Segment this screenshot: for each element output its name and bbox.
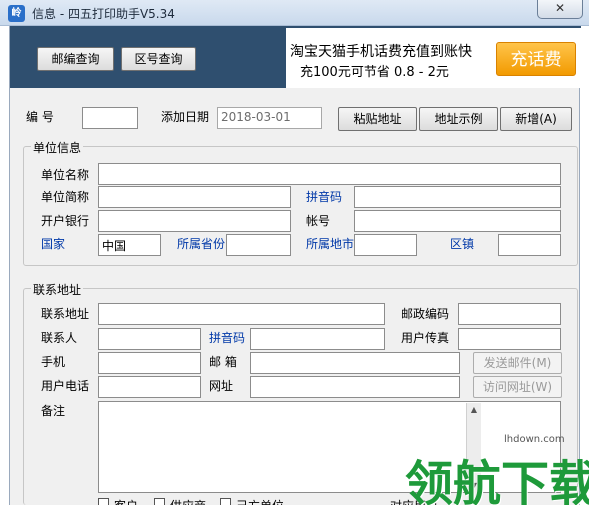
supplier-checkbox[interactable]: [154, 498, 165, 505]
close-icon[interactable]: ✕: [537, 0, 583, 19]
unit-pinyin-label: 拼音码: [306, 190, 343, 204]
contact-pinyin-field[interactable]: [250, 328, 385, 350]
date-label: 添加日期: [161, 110, 210, 124]
customer-checkbox[interactable]: [98, 498, 109, 505]
contact-pinyin-label: 拼音码: [209, 331, 246, 345]
own-unit-label: 己方单位: [236, 497, 284, 505]
ad-headline: 淘宝天猫手机话费充值到账快: [290, 44, 472, 60]
visit-site-button[interactable]: 访问网址(W): [473, 376, 562, 398]
app-icon: 岭: [8, 5, 25, 22]
unit-name-label: 单位名称: [41, 168, 90, 182]
area-code-query-button[interactable]: 区号查询: [121, 47, 196, 71]
date-field[interactable]: 2018-03-01: [217, 107, 322, 129]
watermark-logo: lhdown.com 领航下载: [388, 432, 589, 505]
contact-person-label: 联系人: [41, 331, 78, 345]
unit-name-field[interactable]: [98, 163, 561, 185]
city-field[interactable]: [354, 234, 417, 256]
bank-field[interactable]: [98, 210, 291, 232]
customer-label: 客户: [114, 497, 138, 505]
recharge-button[interactable]: 充话费: [496, 42, 576, 76]
number-field[interactable]: [82, 107, 138, 129]
unit-info-title: 单位信息: [31, 139, 84, 156]
email-label: 邮 箱: [209, 355, 237, 369]
window-title: 信息 - 四五打印助手V5.34: [32, 7, 175, 21]
website-field[interactable]: [250, 376, 460, 398]
ad-banner[interactable]: 淘宝天猫手机话费充值到账快 充100元可节省 0.8 - 2元 充话费: [286, 28, 581, 88]
contact-address-label: 联系地址: [41, 307, 90, 321]
scroll-up-icon[interactable]: ▲: [469, 405, 479, 414]
postcode-label: 邮政编码: [401, 307, 450, 321]
unit-short-field[interactable]: [98, 186, 291, 208]
contact-address-field[interactable]: [98, 303, 385, 325]
account-label: 帐号: [306, 214, 331, 228]
district-label: 区镇: [450, 237, 475, 251]
mobile-label: 手机: [41, 355, 66, 369]
fax-label: 用户传真: [401, 331, 450, 345]
email-field[interactable]: [250, 352, 460, 374]
top-banner: 邮编查询 区号查询 淘宝天猫手机话费充值到账快 充100元可节省 0.8 - 2…: [10, 26, 581, 88]
unit-short-label: 单位简称: [41, 190, 90, 204]
paste-address-button[interactable]: 粘贴地址: [338, 107, 417, 131]
bank-label: 开户银行: [41, 214, 90, 228]
watermark-text: 领航下载: [405, 456, 589, 505]
own-unit-checkbox[interactable]: [220, 498, 231, 505]
country-field[interactable]: 中国: [98, 234, 161, 256]
postcode-query-button[interactable]: 邮编查询: [37, 47, 114, 71]
contact-person-field[interactable]: [98, 328, 201, 350]
district-field[interactable]: [498, 234, 561, 256]
address-example-button[interactable]: 地址示例: [419, 107, 498, 131]
province-field[interactable]: [226, 234, 291, 256]
city-label: 所属地市: [306, 237, 355, 251]
supplier-label: 供应商: [170, 497, 206, 505]
website-label: 网址: [209, 379, 234, 393]
phone-label: 用户电话: [41, 379, 90, 393]
send-mail-button[interactable]: 发送邮件(M): [473, 352, 562, 374]
province-label: 所属省份: [177, 237, 226, 251]
country-label: 国家: [41, 237, 66, 251]
mobile-field[interactable]: [98, 352, 201, 374]
new-button[interactable]: 新增(A): [500, 107, 572, 131]
ad-subline: 充100元可节省 0.8 - 2元: [300, 65, 449, 80]
title-bar: 岭 信息 - 四五打印助手V5.34 ✕: [0, 0, 589, 26]
account-field[interactable]: [354, 210, 561, 232]
postcode-field[interactable]: [458, 303, 561, 325]
notes-label: 备注: [41, 404, 66, 418]
number-label: 编 号: [26, 110, 54, 124]
unit-pinyin-field[interactable]: [354, 186, 561, 208]
fax-field[interactable]: [458, 328, 561, 350]
phone-field[interactable]: [98, 376, 201, 398]
contact-title: 联系地址: [31, 281, 84, 298]
